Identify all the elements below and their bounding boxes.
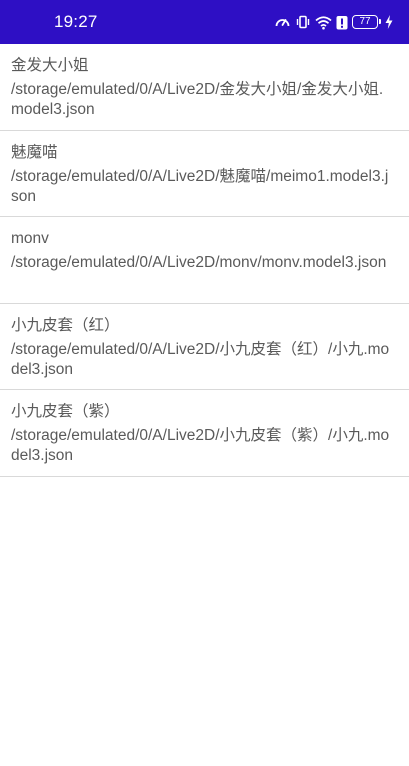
item-path: /storage/emulated/0/A/Live2D/小九皮套（紫）/小九.…	[11, 427, 390, 464]
item-path: /storage/emulated/0/A/Live2D/小九皮套（红）/小九.…	[11, 340, 390, 378]
list-item[interactable]: 魅魔喵 /storage/emulated/0/A/Live2D/魅魔喵/mei…	[0, 131, 409, 217]
item-path: /storage/emulated/0/A/Live2D/魅魔喵/meimo1.…	[11, 167, 389, 205]
status-time: 19:27	[54, 12, 98, 31]
item-name: 小九皮套（红）	[11, 316, 120, 334]
list-item[interactable]: 小九皮套（红） /storage/emulated/0/A/Live2D/小九皮…	[0, 304, 409, 390]
item-path: /storage/emulated/0/A/Live2D/金发大小姐/金发大小姐…	[11, 81, 384, 118]
list-item[interactable]: 金发大小姐 /storage/emulated/0/A/Live2D/金发大小姐…	[0, 44, 409, 131]
file-list: 金发大小姐 /storage/emulated/0/A/Live2D/金发大小姐…	[0, 44, 409, 477]
vibrate-icon	[295, 14, 311, 30]
charging-icon	[385, 15, 393, 29]
item-path: /storage/emulated/0/A/Live2D/monv/monv.m…	[11, 254, 387, 271]
item-name: 小九皮套（紫）	[11, 403, 120, 420]
item-name: 魅魔喵	[11, 143, 58, 161]
wifi-icon	[315, 15, 332, 30]
list-item[interactable]: monv /storage/emulated/0/A/Live2D/monv/m…	[0, 217, 409, 304]
list-item[interactable]: 小九皮套（紫） /storage/emulated/0/A/Live2D/小九皮…	[0, 390, 409, 477]
battery-icon: 77	[352, 15, 381, 29]
battery-alert-icon	[336, 15, 348, 30]
speedometer-icon	[274, 14, 291, 30]
status-icons: 77	[274, 13, 393, 31]
item-name: 金发大小姐	[11, 57, 89, 74]
item-name: monv	[11, 230, 49, 247]
status-bar: 19:27 77	[0, 0, 409, 44]
